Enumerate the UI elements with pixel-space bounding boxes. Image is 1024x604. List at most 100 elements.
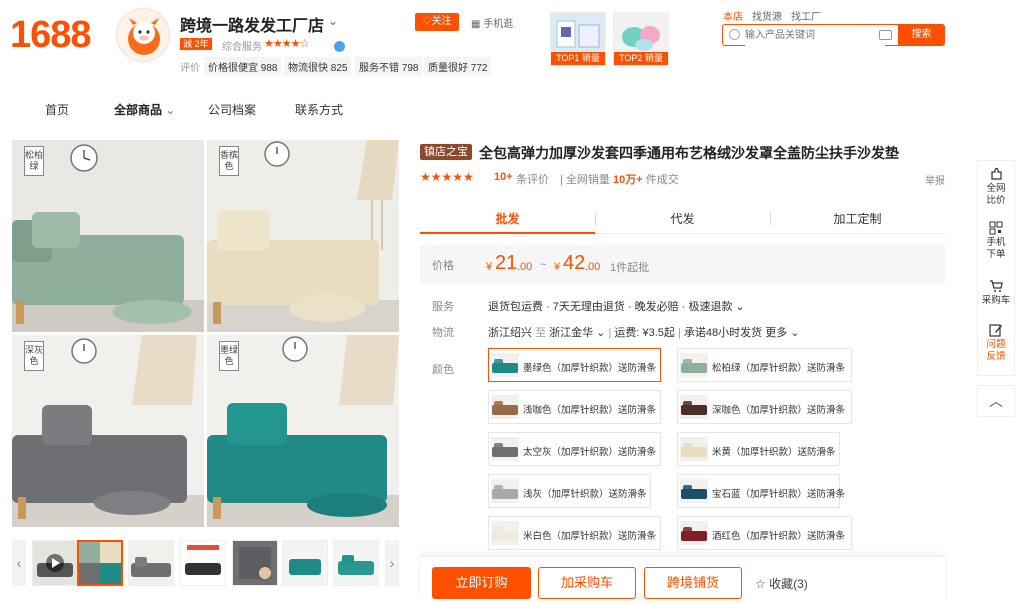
sales-info: | 全网销量 10万+ 件成交: [560, 171, 679, 187]
color-option-label: 松柏绿（加厚针织款）送防滑条: [712, 363, 846, 374]
search-icon: [729, 29, 740, 40]
nav-home[interactable]: 首页: [45, 101, 69, 118]
site-logo[interactable]: 1688: [10, 14, 92, 57]
color-option-label: 深咖色（加厚针织款）送防滑条: [712, 405, 846, 416]
cart-icon: [990, 280, 1003, 292]
ship-promise: 承诺48小时发货: [683, 327, 763, 339]
sales-value: 10万+: [612, 174, 643, 186]
color-option[interactable]: 米白色（加厚针织款）送防滑条: [488, 516, 661, 550]
scope-tab-shop[interactable]: 本店: [723, 8, 743, 23]
color-option[interactable]: 宝石蓝（加厚针织款）送防滑条: [677, 474, 845, 508]
price-high-dec: .00: [585, 261, 601, 273]
chevron-down-icon[interactable]: ⌄: [328, 14, 338, 28]
chevron-down-icon: ⌄: [165, 103, 176, 117]
top-product-2[interactable]: TOP2 销量: [613, 12, 669, 66]
price-low-int: 21: [495, 252, 518, 274]
top-product-1[interactable]: TOP1 销量: [550, 12, 606, 66]
gallery-quadrant-grey: 深灰色: [12, 335, 204, 527]
color-swatch-image: [491, 437, 519, 461]
logistics-label: 物流: [432, 327, 454, 339]
color-option-label: 酒红色（加厚针织款）送防滑条: [712, 531, 846, 542]
rating-count[interactable]: 10+: [494, 171, 513, 183]
eval-tag: 物流很快 825: [284, 57, 352, 76]
tab-wholesale[interactable]: 批发: [420, 204, 595, 234]
color-option[interactable]: 松柏绿（加厚针织款）送防滑条: [677, 348, 852, 382]
color-swatch-image: [680, 395, 708, 419]
gallery-thumb-video[interactable]: [32, 540, 78, 586]
gallery-thumb-3[interactable]: [180, 540, 226, 586]
color-option-label: 浅灰（加厚针织款）送防滑条: [523, 489, 647, 500]
color-option[interactable]: 浅咖色（加厚针织款）送防滑条: [488, 390, 661, 424]
price-panel: 价格 ¥ 21 .00 ~ ¥ 42 .00 1件起批: [420, 245, 945, 285]
gallery-thumb-1[interactable]: [77, 540, 123, 586]
tab-dropship[interactable]: 代发: [595, 204, 770, 234]
color-label: 颜色: [432, 364, 454, 376]
sidebar-feedback-label: 问题反馈: [986, 339, 1006, 362]
color-option-label: 米黄（加厚针织款）送防滑条: [712, 447, 836, 458]
nav-contact[interactable]: 联系方式: [295, 101, 343, 118]
top-rank-label: TOP2 销量: [614, 52, 668, 65]
eval-tag: 价格很便宜 988: [204, 57, 282, 76]
sidebar-feedback[interactable]: 问题反馈: [978, 323, 1014, 363]
price-currency: ¥: [486, 261, 493, 273]
color-option[interactable]: 酒红色（加厚针织款）送防滑条: [677, 516, 852, 550]
gallery-thumb-4[interactable]: [232, 540, 278, 586]
gallery-label: 深灰色: [24, 341, 44, 371]
price-high-int: 42: [563, 252, 586, 274]
product-main-image[interactable]: 松柏绿 香槟色 深灰色 墨绿色: [12, 140, 399, 527]
sidebar-compare[interactable]: 全网比价: [978, 167, 1014, 207]
price-low-dec: .00: [517, 261, 533, 273]
gallery-thumb-5[interactable]: [282, 540, 328, 586]
gallery-thumb-2[interactable]: [128, 540, 174, 586]
search-button[interactable]: 搜索: [898, 24, 945, 46]
price-label: 价格: [432, 260, 454, 272]
logistics-info: 浙江绍兴 至 浙江金华 ⌄ | 运费: ¥3.5起 | 承诺48小时发货 更多 …: [488, 324, 800, 340]
qr-icon: [989, 221, 1003, 235]
gallery-prev-button[interactable]: ‹: [12, 540, 26, 586]
ship-to-select[interactable]: 浙江金华 ⌄: [549, 327, 605, 339]
buy-now-button[interactable]: 立即订购: [432, 567, 531, 599]
gallery-label: 松柏绿: [24, 146, 44, 176]
eval-label: 评价: [180, 63, 200, 74]
eval-tag: 服务不错 798: [355, 57, 423, 76]
color-swatch-image: [680, 521, 708, 545]
nav-company[interactable]: 公司档案: [208, 101, 256, 118]
color-option[interactable]: 米黄（加厚针织款）送防滑条: [677, 432, 840, 466]
sidebar-cart[interactable]: 采购车: [978, 279, 1014, 307]
color-swatch-image: [491, 353, 519, 377]
purchase-tabs: 批发 代发 加工定制: [420, 204, 945, 234]
camera-icon[interactable]: [879, 30, 892, 40]
back-to-top-button[interactable]: ︿: [977, 385, 1015, 417]
sidebar-mobile[interactable]: 手机下单: [978, 221, 1014, 261]
gallery-next-button[interactable]: ›: [385, 540, 399, 586]
puzzle-icon: [991, 167, 1002, 180]
scope-tab-factory[interactable]: 找工厂: [791, 8, 821, 23]
featured-badge: 镇店之宝: [420, 144, 472, 160]
add-to-cart-button[interactable]: 加采购车: [538, 567, 636, 599]
sales-prefix: | 全网销量: [560, 174, 613, 186]
years-badge: 诚 2年: [180, 38, 212, 50]
qr-icon: ▦: [471, 19, 484, 30]
shop-avatar[interactable]: [116, 8, 170, 62]
report-link[interactable]: 举报: [925, 172, 945, 187]
favorite-button[interactable]: ☆ 收藏(3): [755, 575, 808, 592]
service-text[interactable]: 退货包运费 · 7天无理由退货 · 晚发必赔 · 极速退款 ⌄: [488, 298, 745, 314]
more-logistics[interactable]: 更多 ⌄: [765, 327, 799, 339]
gallery-thumb-6[interactable]: [333, 540, 379, 586]
nav-all-products[interactable]: 全部商品 ⌄: [114, 101, 175, 118]
color-option[interactable]: 墨绿色（加厚针织款）送防滑条: [488, 348, 661, 382]
follow-button[interactable]: ♡关注: [415, 13, 459, 31]
color-option[interactable]: 太空灰（加厚针织款）送防滑条: [488, 432, 661, 466]
color-option-label: 浅咖色（加厚针织款）送防滑条: [523, 405, 657, 416]
phone-shop-link[interactable]: ▦ 手机逛: [471, 15, 513, 30]
search-input[interactable]: [745, 25, 885, 46]
price-currency: ¥: [554, 261, 561, 273]
shop-name[interactable]: 跨境一路发发工厂店: [180, 12, 324, 36]
color-option[interactable]: 深咖色（加厚针织款）送防滑条: [677, 390, 852, 424]
tab-custom[interactable]: 加工定制: [770, 204, 945, 234]
cross-border-button[interactable]: 跨境铺货: [644, 567, 742, 599]
color-option[interactable]: 浅灰（加厚针织款）送防滑条: [488, 474, 651, 508]
ship-to-word: 至: [535, 327, 547, 339]
scope-tab-source[interactable]: 找货源: [752, 8, 782, 23]
rating-suffix[interactable]: 条评价: [516, 171, 549, 187]
